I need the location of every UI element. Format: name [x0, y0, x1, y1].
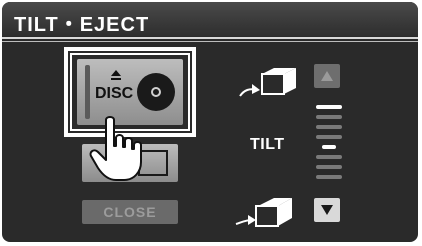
tilt-level-bar [316, 155, 342, 159]
close-button[interactable]: CLOSE [82, 200, 178, 224]
tilt-level-bar [316, 175, 342, 179]
tilt-up-icon [239, 68, 296, 97]
tilt-level-bar [316, 125, 342, 129]
disc-hole-icon [151, 87, 161, 97]
eject-icon [111, 70, 121, 80]
tilt-level-bar [316, 165, 342, 169]
tilt-level-bar-current [322, 145, 336, 149]
tilt-label: TILT [250, 136, 285, 153]
tilt-level-bar [316, 115, 342, 119]
title-divider [2, 37, 418, 39]
tilt-level-bar [316, 135, 342, 139]
title-divider-thin [2, 41, 418, 42]
disc-slot-icon [85, 65, 90, 119]
tilt-eject-screen: TILT・EJECT DISC CLOSE TILT [2, 2, 418, 242]
triangle-up-icon [321, 71, 333, 81]
title-bar: TILT・EJECT [2, 2, 418, 36]
tilt-level-bar [316, 105, 342, 109]
hand-pointer-icon [89, 116, 142, 181]
tilt-up-button[interactable] [314, 64, 340, 88]
page-title: TILT・EJECT [14, 14, 150, 36]
tilt-down-icon [235, 198, 292, 227]
tilt-level-indicator [316, 105, 342, 185]
disc-icon [137, 73, 175, 111]
tilt-down-button[interactable] [314, 198, 340, 222]
disc-button-label: DISC [95, 85, 134, 102]
triangle-down-icon [321, 205, 333, 215]
